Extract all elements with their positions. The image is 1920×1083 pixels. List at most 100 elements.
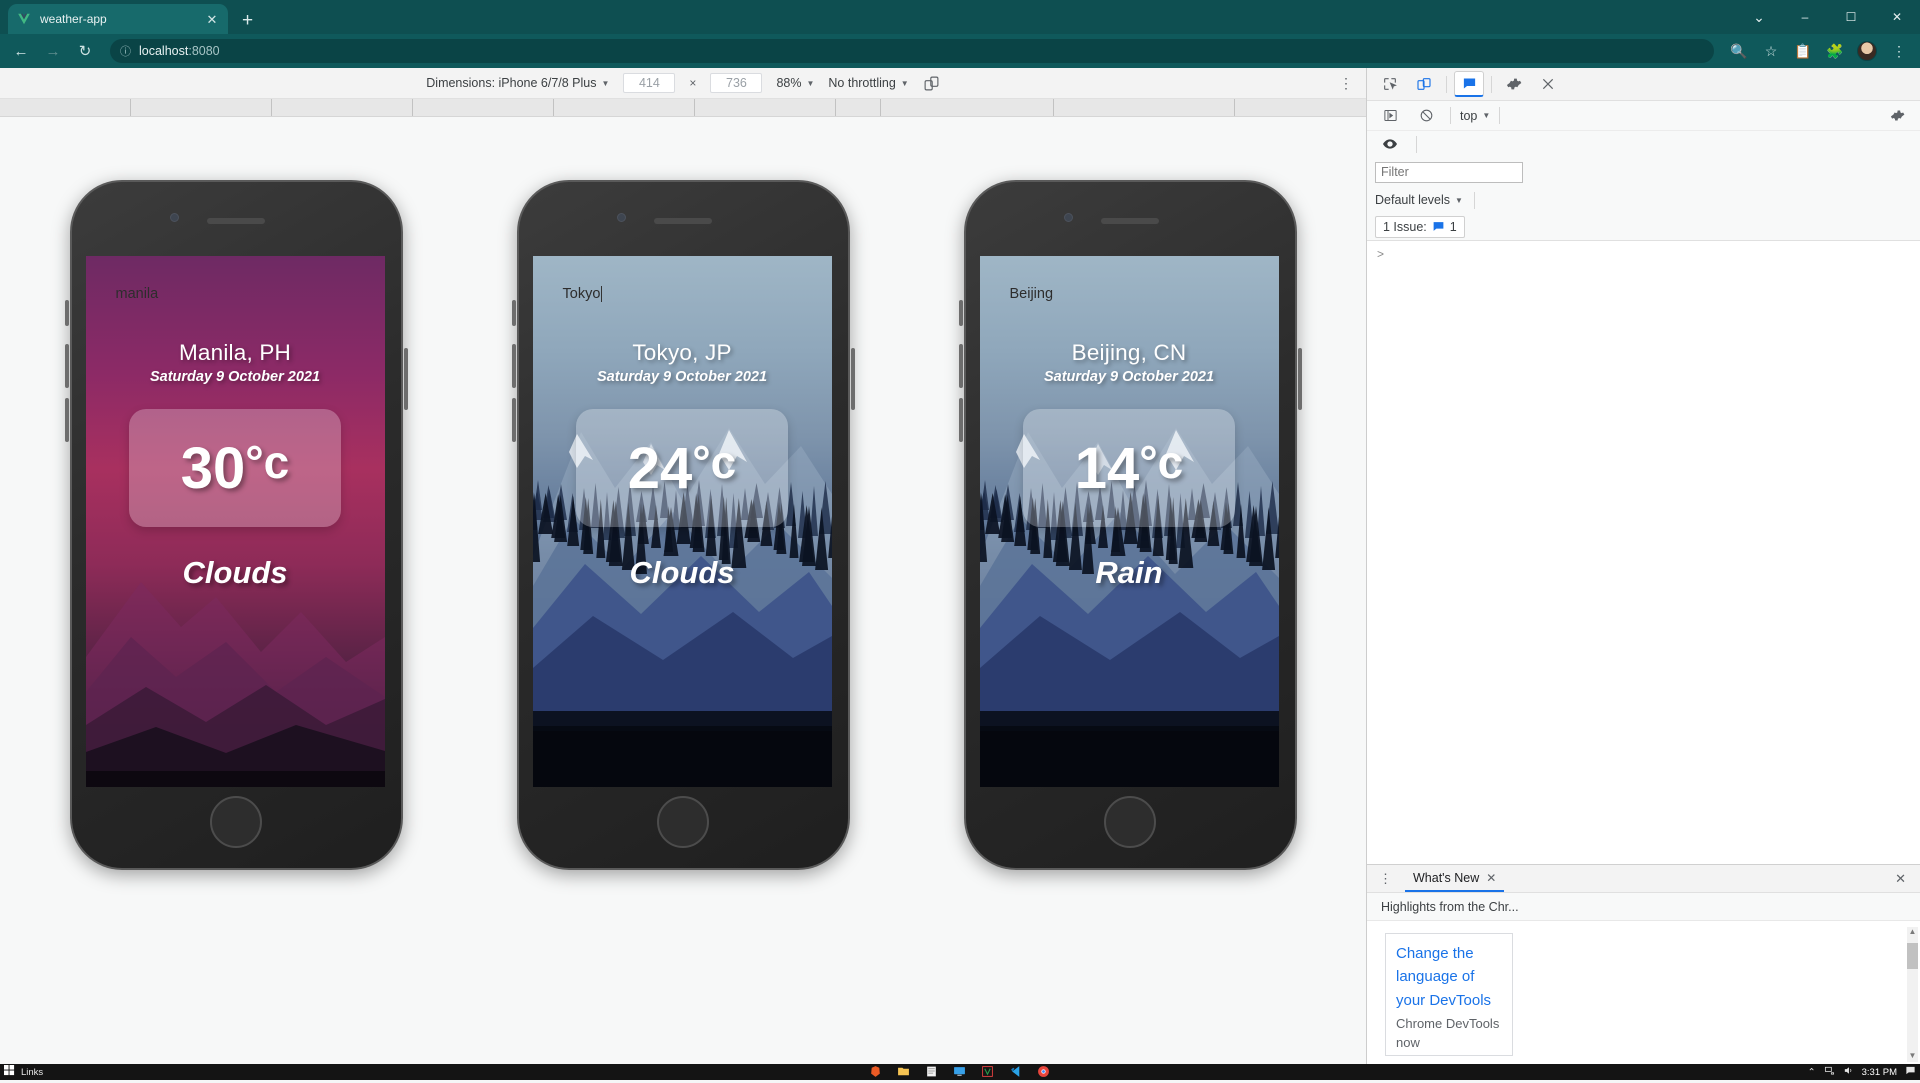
vscode-icon[interactable] [1009,1065,1023,1079]
plus-icon[interactable]: + [242,11,253,30]
divider [1450,107,1451,124]
execution-context-selector[interactable]: top ▼ [1460,109,1490,123]
zoom-magnifier-icon[interactable]: 🔍 [1726,38,1752,64]
city-search-value: Beijing [1010,286,1054,302]
device-toggle-icon[interactable] [1409,71,1439,97]
device-more-options[interactable]: ⋮ [1339,75,1354,92]
info-circle-icon[interactable]: ⓘ [120,43,131,59]
rotate-device-icon[interactable] [923,75,940,92]
settings-gear-icon[interactable] [1499,71,1529,97]
phone-volume-down-button[interactable] [959,398,963,442]
console-toolbar: top ▼ [1367,101,1920,131]
city-search-wrapper-tokyo[interactable]: Tokyo [549,274,816,313]
browser-tab-weather-app[interactable]: weather-app ✕ [8,4,228,34]
filter-input[interactable] [1375,162,1523,183]
whats-new-link[interactable]: Change the language of your DevTools [1396,942,1502,1012]
scroll-up-arrow-icon[interactable]: ▲ [1907,927,1918,938]
weather-condition-tokyo: Clouds [629,555,734,591]
brave-icon[interactable] [869,1065,883,1079]
scrollbar-thumb[interactable] [1907,943,1918,969]
remote-desktop-icon[interactable] [953,1065,967,1079]
taskbar-links-label[interactable]: Links [21,1067,43,1078]
viewport-ruler [0,99,1366,117]
phone-device-beijing: Beijing Beijing, CN Saturday 9 October 2… [964,180,1297,870]
city-search-wrapper-beijing[interactable]: Beijing [996,274,1263,313]
maximize-button[interactable]: ☐ [1828,0,1874,34]
phone-screen-beijing: Beijing Beijing, CN Saturday 9 October 2… [980,256,1279,787]
bookmark-star-icon[interactable]: ☆ [1758,38,1784,64]
phone-volume-up-button[interactable] [959,344,963,388]
menu-kebab-icon[interactable]: ⋮ [1886,38,1912,64]
arrow-right-icon[interactable]: → [40,38,66,64]
extensions-puzzle-icon[interactable]: 🧩 [1822,38,1848,64]
log-levels-selector[interactable]: Default levels ▼ [1375,193,1463,207]
arrow-left-icon[interactable]: ← [8,38,34,64]
close-icon[interactable]: ✕ [204,13,220,26]
phone-mute-switch[interactable] [959,300,963,326]
phone-volume-down-button[interactable] [65,398,69,442]
phone-mute-switch[interactable] [512,300,516,326]
devtools-panel: top ▼ Default levels [1366,68,1920,1064]
phone-mute-switch[interactable] [65,300,69,326]
city-search-input-tokyo[interactable]: Tokyo [549,274,816,313]
console-eye-row [1367,131,1920,157]
drawer-tabbar: ⋮ What's New ✕ ✕ [1367,865,1920,893]
phone-volume-up-button[interactable] [65,344,69,388]
execution-context-icon[interactable] [1375,103,1405,129]
close-devtools-icon[interactable] [1533,71,1563,97]
phone-screen-manila: manila Manila, PH Saturday 9 October 202… [86,256,385,787]
close-icon[interactable]: ✕ [1486,871,1496,885]
city-search-input-beijing[interactable]: Beijing [996,274,1263,313]
console-prompt[interactable]: > [1367,245,1920,263]
taskbar-clock[interactable]: 3:31 PM [1862,1067,1897,1078]
eye-icon[interactable] [1375,131,1405,157]
tray-chevron-icon[interactable]: ⌃ [1808,1067,1816,1078]
chrome-icon[interactable] [1037,1065,1051,1079]
clear-console-icon[interactable] [1411,103,1441,129]
temperature-value-manila: 30°c [181,439,290,498]
divider [1446,76,1447,93]
phone-power-button[interactable] [1298,348,1302,410]
throttling-selector[interactable]: No throttling ▼ [828,76,908,90]
phone-power-button[interactable] [851,348,855,410]
tab-whats-new[interactable]: What's New ✕ [1405,865,1504,892]
console-tab-icon[interactable] [1454,71,1484,97]
close-window-button[interactable]: ✕ [1874,0,1920,34]
devtools-drawer: ⋮ What's New ✕ ✕ Highlights from the Chr… [1367,864,1920,1064]
clipboard-icon[interactable]: 📋 [1790,38,1816,64]
issues-badge[interactable]: 1 Issue: 1 [1375,216,1465,238]
phone-earpiece-speaker [654,218,712,224]
windows-start-icon[interactable] [4,1063,15,1081]
close-drawer-icon[interactable]: ✕ [1887,871,1914,887]
phone-power-button[interactable] [404,348,408,410]
device-dimensions-selector[interactable]: Dimensions: iPhone 6/7/8 Plus ▼ [426,76,609,90]
notepad-icon[interactable] [925,1065,939,1079]
phone-home-button[interactable] [1104,796,1156,848]
profile-avatar[interactable] [1854,38,1880,64]
inspect-element-icon[interactable] [1375,71,1405,97]
drawer-subtitle: Highlights from the Chr... [1367,893,1920,921]
network-icon[interactable] [1824,1065,1835,1079]
console-settings-icon[interactable] [1882,103,1912,129]
notification-icon[interactable] [1905,1065,1916,1079]
reload-icon[interactable]: ↻ [72,38,98,64]
device-height-input[interactable]: 736 [710,73,762,93]
volume-icon[interactable] [1843,1065,1854,1079]
phone-home-button[interactable] [657,796,709,848]
phone-volume-up-button[interactable] [512,344,516,388]
scroll-down-arrow-icon[interactable]: ▼ [1907,1051,1918,1062]
file-explorer-icon[interactable] [897,1065,911,1079]
device-dimensions-label: Dimensions: iPhone 6/7/8 Plus [426,76,596,90]
device-width-input[interactable]: 414 [623,73,675,93]
drawer-menu-icon[interactable]: ⋮ [1373,871,1399,887]
console-output[interactable]: > [1367,241,1920,864]
phone-home-button[interactable] [210,796,262,848]
city-search-input-manila[interactable]: manila [102,274,369,313]
minimize-button[interactable]: – [1782,0,1828,34]
address-bar[interactable]: ⓘ localhost:8080 [110,39,1714,63]
city-search-wrapper-manila[interactable]: manila [102,274,369,313]
device-zoom-selector[interactable]: 88% ▼ [776,76,814,90]
chevron-down-icon[interactable]: ⌄ [1736,0,1782,34]
vim-icon[interactable] [981,1065,995,1079]
phone-volume-down-button[interactable] [512,398,516,442]
